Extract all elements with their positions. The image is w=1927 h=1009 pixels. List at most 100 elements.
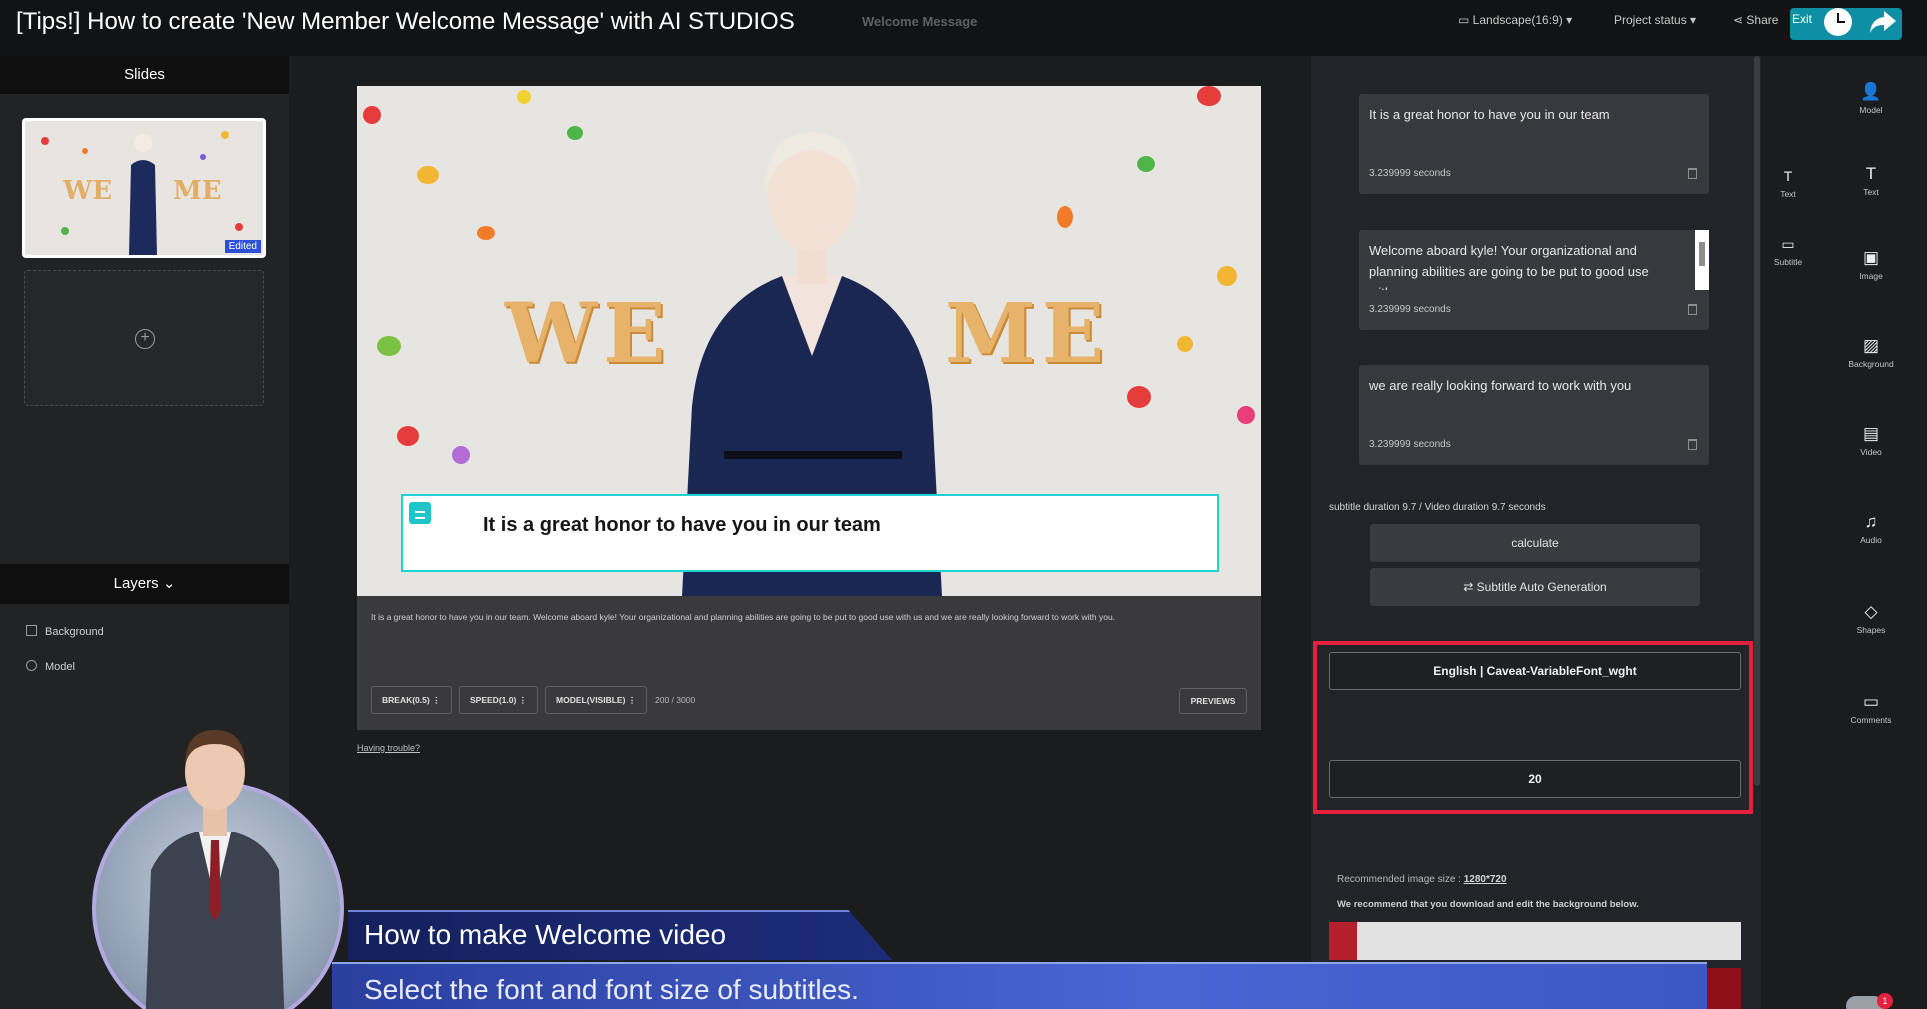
add-slide-button[interactable]: + — [24, 270, 264, 406]
candy-decoration — [1237, 406, 1255, 424]
exit-button[interactable]: Exit — [1792, 12, 1812, 26]
video-icon: ▤ — [1862, 424, 1880, 443]
slide-thumbnail[interactable]: WE ME Edited — [22, 118, 266, 258]
subtitle-icon: ▭ — [1781, 236, 1795, 252]
subtitle-tools-column: T Text ▭ Subtitle — [1761, 56, 1815, 1009]
candy-decoration — [397, 426, 419, 446]
speed-chip[interactable]: SPEED(1.0) ⋮ — [459, 686, 539, 714]
subtitle-card-duration: 3.239999 seconds — [1369, 304, 1451, 315]
trash-icon[interactable] — [1688, 168, 1697, 179]
duration-summary: subtitle duration 9.7 / Video duration 9… — [1329, 502, 1546, 513]
monitor-icon: ▭ — [1458, 13, 1473, 27]
rail-model[interactable]: 👤 Model — [1831, 82, 1911, 115]
presenter-figure — [145, 730, 285, 1009]
candy-decoration — [1177, 336, 1193, 352]
chevron-down-icon: ⌄ — [162, 575, 176, 592]
candy-decoration — [1137, 156, 1155, 172]
layer-model[interactable]: Model — [26, 660, 75, 673]
trash-icon[interactable] — [1688, 439, 1697, 450]
calculate-button[interactable]: calculate — [1370, 524, 1700, 562]
subtitle-card-text[interactable]: we are really looking forward to work wi… — [1369, 375, 1669, 396]
subtitle-card-text[interactable]: It is a great honor to have you in our t… — [1369, 104, 1669, 125]
app-root: [Tips!] How to create 'New Member Welcom… — [0, 0, 1927, 1009]
candy-decoration — [517, 90, 531, 104]
font-select[interactable]: English | Caveat-VariableFont_wght — [1329, 652, 1741, 690]
subtitle-text[interactable]: It is a great honor to have you in our t… — [483, 514, 881, 537]
lower-third-title: How to make Welcome video — [364, 919, 727, 950]
plus-icon: + — [135, 329, 155, 349]
drag-handle-icon[interactable] — [409, 502, 431, 524]
element-icon-rail: 👤 Model T Text ▣ Image ▨ Background ▤ Video ♫… — [1815, 56, 1927, 1009]
model-icon: 👤 — [1860, 82, 1882, 101]
person-icon — [26, 660, 37, 671]
rail-text[interactable]: T Text — [1831, 164, 1911, 197]
character-counter: 200 / 3000 — [655, 695, 696, 705]
subtitle-card[interactable]: Welcome aboard kyle! Your organizational… — [1359, 230, 1709, 330]
model-visible-chip[interactable]: MODEL(VISIBLE) ⋮ — [545, 686, 648, 714]
video-title: [Tips!] How to create 'New Member Welcom… — [16, 8, 795, 35]
background-download-preview-2[interactable] — [1706, 968, 1741, 1009]
having-trouble-link[interactable]: Having trouble? — [357, 743, 420, 753]
image-icon: ▣ — [1862, 248, 1880, 267]
shapes-icon: ◇ — [1864, 602, 1878, 621]
subtitle-card[interactable]: It is a great honor to have you in our t… — [1359, 94, 1709, 194]
candy-decoration — [1127, 386, 1151, 408]
recommended-image-size: Recommended image size : 1280*720 — [1337, 874, 1507, 885]
script-editor[interactable]: It is a great honor to have you in our t… — [357, 596, 1261, 730]
trash-icon[interactable] — [1688, 304, 1697, 315]
backdrop-letters-right: ME — [945, 286, 1111, 382]
subtitle-card-duration: 3.239999 seconds — [1369, 168, 1451, 179]
layers-heading[interactable]: Layers ⌄ — [0, 564, 289, 604]
slide-canvas[interactable]: WE ME It is a great honor to have you in… — [357, 86, 1261, 596]
rail-shapes[interactable]: ◇ Shapes — [1831, 602, 1911, 635]
rail-audio[interactable]: ♫ Audio — [1831, 512, 1911, 545]
subtitle-auto-generation-button[interactable]: ⇄ Subtitle Auto Generation — [1370, 568, 1700, 606]
text-icon: T — [1865, 164, 1877, 183]
candy-decoration — [1057, 206, 1073, 228]
break-chip[interactable]: BREAK(0.5) ⋮ — [371, 686, 452, 714]
subtitle-card-text[interactable]: Welcome aboard kyle! Your organizational… — [1369, 240, 1669, 290]
candy-decoration — [477, 226, 495, 240]
background-icon: ▨ — [1862, 336, 1880, 355]
layer-background[interactable]: Background — [26, 625, 104, 638]
candy-decoration — [363, 106, 381, 124]
candy-decoration — [452, 446, 470, 464]
previews-button[interactable]: PREVIEWS — [1179, 688, 1247, 714]
lower-third-subtitle: Select the font and font size of subtitl… — [364, 974, 859, 1005]
project-status-select[interactable]: Project status ▾ — [1614, 13, 1696, 27]
candy-decoration — [377, 336, 401, 356]
subtitle-card-duration: 3.239999 seconds — [1369, 439, 1451, 450]
comments-icon: ▭ — [1862, 692, 1880, 711]
slides-heading: Slides — [0, 56, 289, 94]
candy-decoration — [567, 126, 583, 140]
subtitle-card[interactable]: we are really looking forward to work wi… — [1359, 365, 1709, 465]
top-bar: [Tips!] How to create 'New Member Welcom… — [0, 0, 1927, 56]
script-text[interactable]: It is a great honor to have you in our t… — [371, 612, 1115, 622]
share-arrow-icon[interactable] — [1868, 8, 1898, 36]
aspect-select[interactable]: ▭ Landscape(16:9) ▾ — [1458, 13, 1572, 27]
candy-decoration — [1197, 86, 1221, 106]
slide-thumbnail-image: WE ME — [25, 121, 263, 255]
rail-video[interactable]: ▤ Video — [1831, 424, 1911, 457]
font-size-select[interactable]: 20 — [1329, 760, 1741, 798]
card-scrollbar[interactable] — [1695, 230, 1709, 290]
audio-icon: ♫ — [1864, 512, 1878, 531]
candy-decoration — [1217, 266, 1237, 286]
rail-background[interactable]: ▨ Background — [1831, 336, 1911, 369]
rail-comments[interactable]: ▭ Comments — [1831, 692, 1911, 725]
document-title[interactable]: Welcome Message — [862, 14, 977, 29]
candy-decoration — [417, 166, 439, 184]
notification-badge: 1 — [1877, 993, 1893, 1009]
backdrop-letters-left: WE — [505, 286, 672, 382]
share-button[interactable]: ⋖ Share — [1733, 13, 1778, 27]
subtitle-text-box[interactable]: It is a great honor to have you in our t… — [401, 494, 1219, 572]
svg-text:WE: WE — [62, 176, 112, 206]
svg-text:ME: ME — [173, 176, 222, 206]
background-download-preview[interactable] — [1329, 922, 1741, 960]
rail-image[interactable]: ▣ Image — [1831, 248, 1911, 281]
text-icon: T — [1783, 168, 1793, 184]
edited-badge: Edited — [224, 240, 261, 253]
recommend-note: We recommend that you download and edit … — [1337, 899, 1639, 910]
watch-later-icon[interactable] — [1824, 8, 1852, 36]
share-icon: ⋖ — [1733, 13, 1747, 27]
